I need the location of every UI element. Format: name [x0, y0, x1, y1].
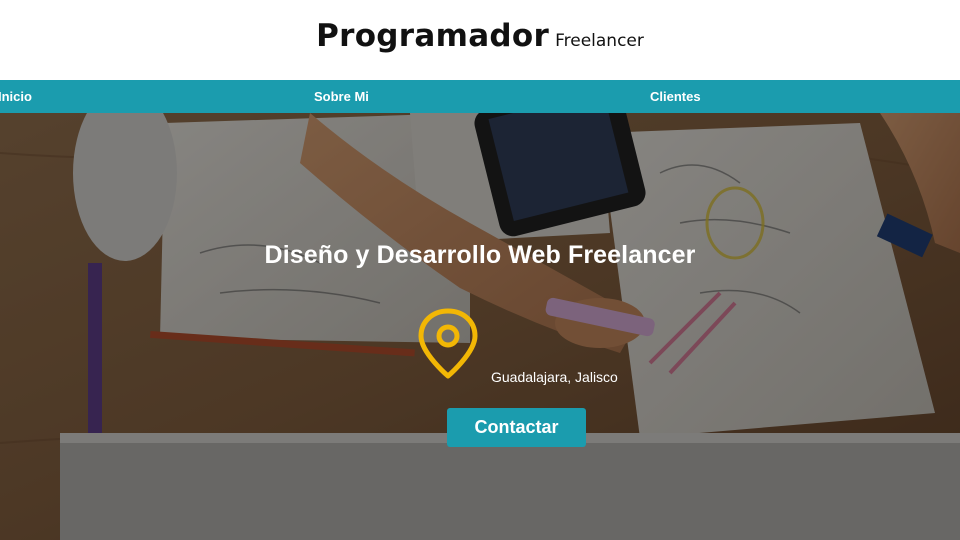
contact-button[interactable]: Contactar	[447, 408, 586, 447]
map-pin-icon	[418, 308, 478, 379]
site-header: Programador Freelancer	[0, 0, 960, 80]
site-logo[interactable]: Programador Freelancer	[0, 18, 960, 54]
hero-section: Diseño y Desarrollo Web Freelancer Guada…	[0, 113, 960, 540]
hero-title: Diseño y Desarrollo Web Freelancer	[264, 241, 696, 269]
location-text: Guadalajara, Jalisco	[491, 369, 618, 385]
hero-background-photo	[0, 113, 960, 540]
nav-item-sobre-mi[interactable]: Sobre Mi	[314, 80, 369, 113]
nav-item-inicio[interactable]: Inicio	[0, 80, 32, 113]
logo-title: Programador	[316, 18, 550, 54]
nav-item-clientes[interactable]: Clientes	[650, 80, 701, 113]
logo-subtitle: Freelancer	[555, 31, 644, 51]
main-nav: Inicio Sobre Mi Clientes	[0, 80, 960, 113]
